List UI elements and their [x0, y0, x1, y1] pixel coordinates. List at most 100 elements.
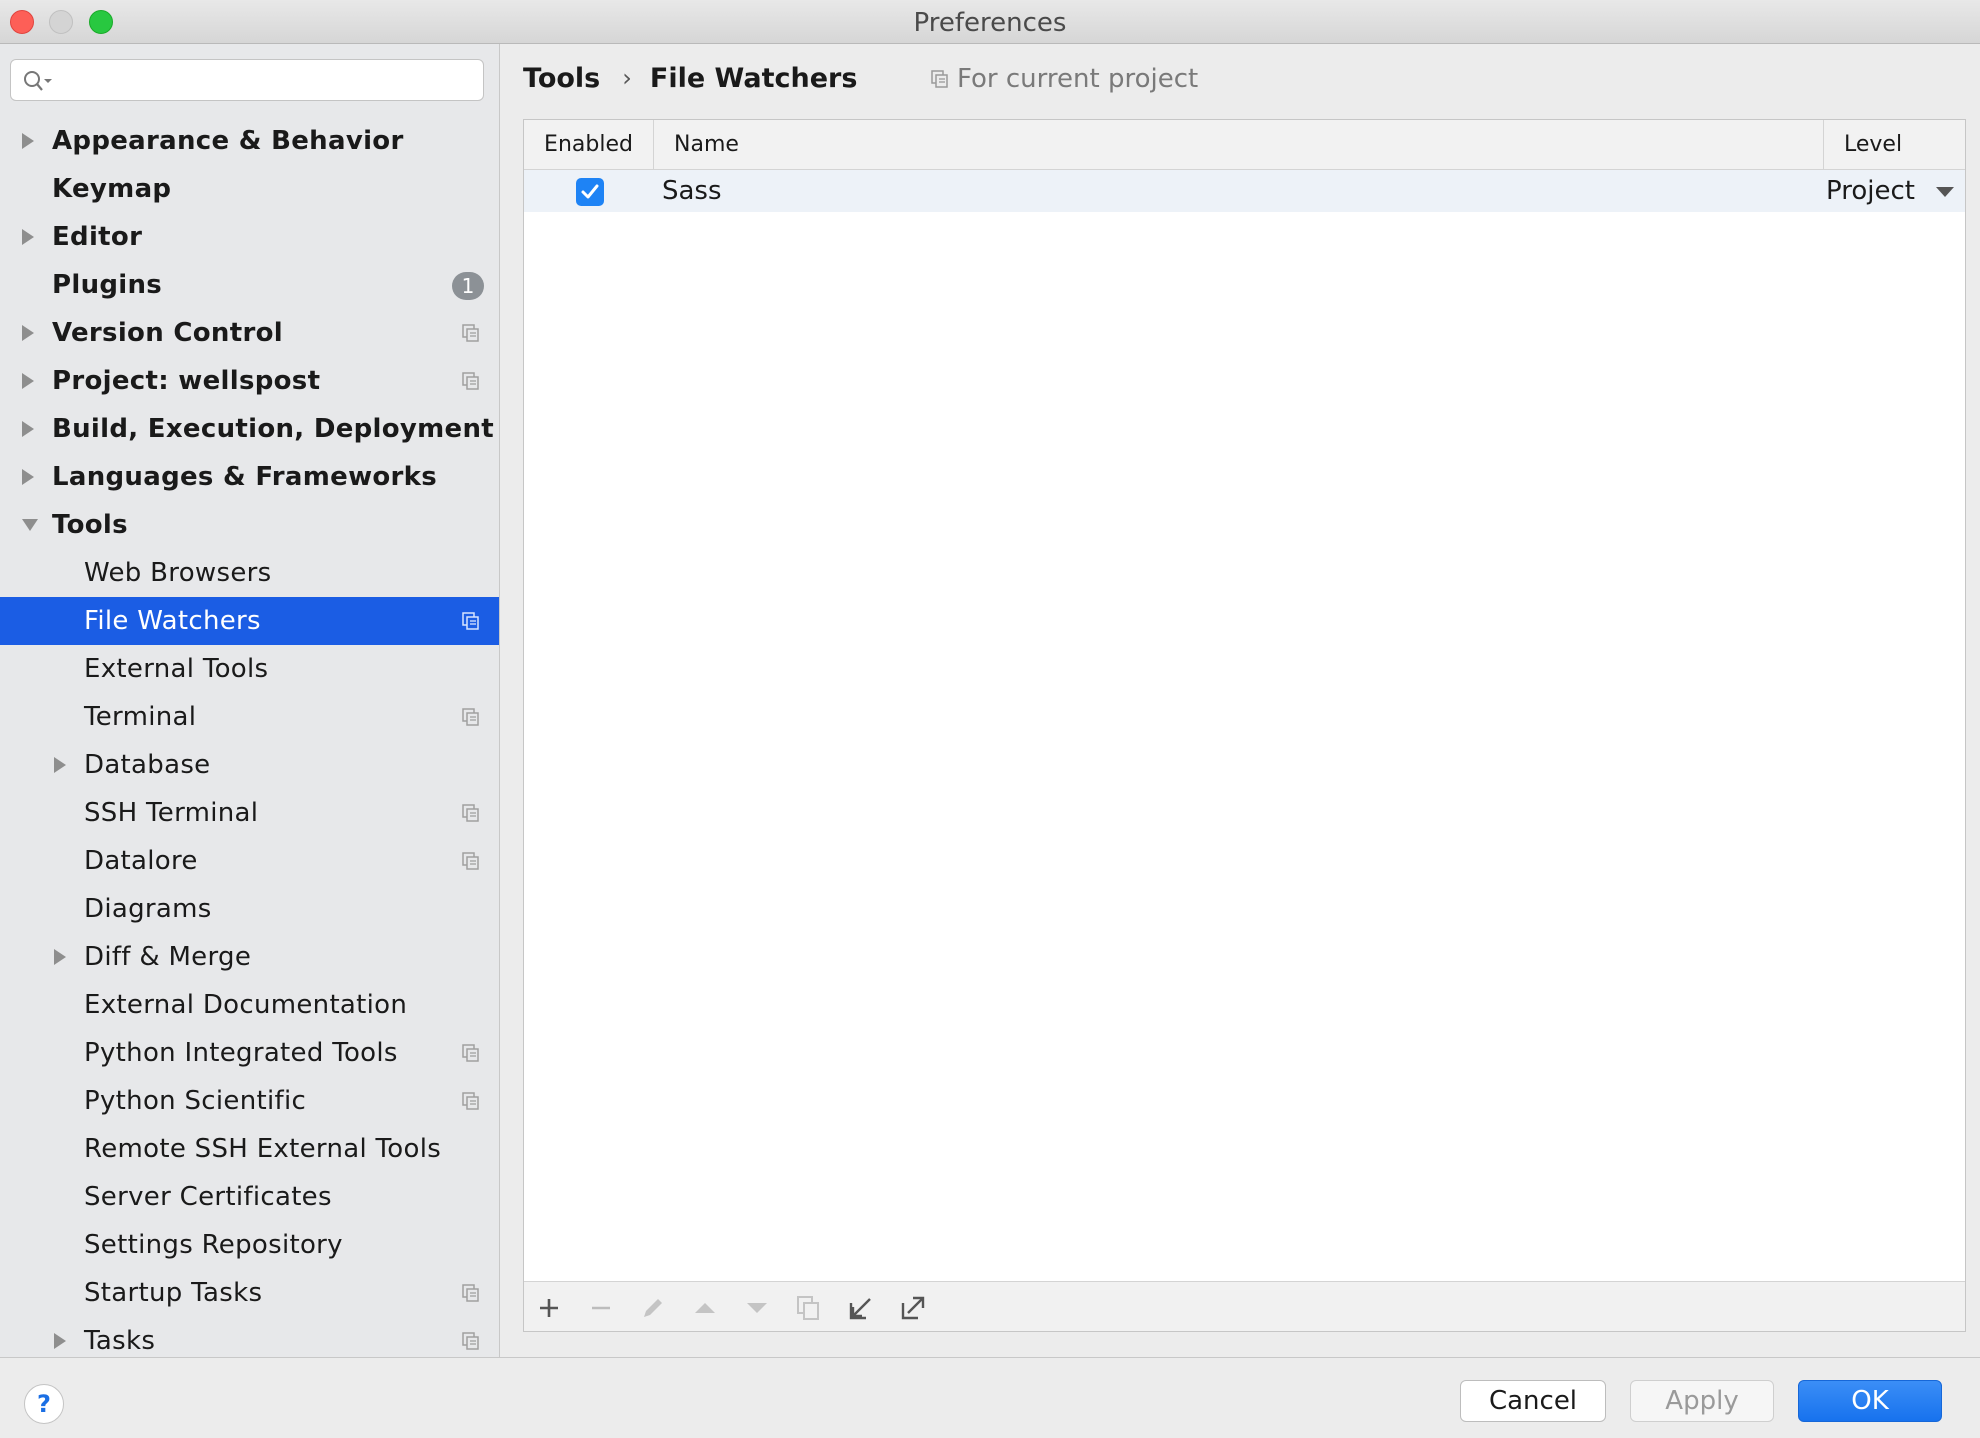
chevron-right-icon[interactable] — [22, 229, 34, 245]
project-scope-icon — [462, 852, 479, 870]
sidebar-item-label: Version Control — [52, 318, 283, 348]
move-up-icon[interactable] — [688, 1291, 722, 1325]
sidebar-item-ssh-terminal[interactable]: SSH Terminal — [0, 789, 499, 837]
table-header: Enabled Name Level — [524, 120, 1965, 170]
chevron-right-icon[interactable] — [22, 325, 34, 341]
settings-sidebar: Appearance & Behavior Keymap Editor Plugins… — [0, 44, 500, 1357]
sidebar-item-settings-repository[interactable]: Settings Repository — [0, 1221, 499, 1269]
sidebar-item-appearance-behavior[interactable]: Appearance & Behavior — [0, 117, 499, 165]
sidebar-item-database[interactable]: Database — [0, 741, 499, 789]
project-scope-icon — [462, 324, 479, 342]
sidebar-item-remote-ssh-external-tools[interactable]: Remote SSH External Tools — [0, 1125, 499, 1173]
chevron-right-icon[interactable] — [54, 949, 66, 965]
sidebar-item-plugins[interactable]: Plugins 1 — [0, 261, 499, 309]
sidebar-item-startup-tasks[interactable]: Startup Tasks — [0, 1269, 499, 1317]
export-icon[interactable] — [896, 1291, 930, 1325]
chevron-down-icon[interactable] — [1936, 187, 1954, 197]
preferences-window: Preferences Appearance & Behavior Keymap E… — [0, 0, 1980, 1438]
sidebar-item-label: Languages & Frameworks — [52, 462, 438, 492]
project-scope-icon — [462, 1044, 479, 1062]
import-icon[interactable] — [844, 1291, 878, 1325]
ok-button[interactable]: OK — [1798, 1380, 1942, 1422]
breadcrumb: Tools › File Watchers — [523, 58, 857, 98]
chevron-down-icon[interactable] — [22, 519, 38, 531]
apply-button[interactable]: Apply — [1630, 1380, 1774, 1422]
sidebar-item-label: Appearance & Behavior — [52, 126, 404, 156]
sidebar-item-project-wellspost[interactable]: Project: wellspost — [0, 357, 499, 405]
chevron-right-icon[interactable] — [22, 373, 34, 389]
table-row[interactable]: Sass Project — [524, 170, 1965, 212]
sidebar-item-editor[interactable]: Editor — [0, 213, 499, 261]
move-down-icon[interactable] — [740, 1291, 774, 1325]
sidebar-item-diagrams[interactable]: Diagrams — [0, 885, 499, 933]
settings-tree: Appearance & Behavior Keymap Editor Plugins… — [0, 117, 499, 1357]
scope-label: For current project — [957, 64, 1199, 94]
chevron-right-icon[interactable] — [22, 469, 34, 485]
sidebar-item-label: Server Certificates — [84, 1182, 332, 1212]
sidebar-item-tools[interactable]: Tools — [0, 501, 499, 549]
sidebar-item-server-certificates[interactable]: Server Certificates — [0, 1173, 499, 1221]
project-scope-icon — [931, 70, 948, 88]
project-scope-icon — [462, 612, 479, 630]
sidebar-item-label: Plugins — [52, 270, 163, 300]
breadcrumb-separator: › — [622, 64, 632, 92]
file-watchers-table: Enabled Name Level Sass Project — [523, 119, 1966, 1332]
main-panel: Tools › File Watchers For current projec… — [501, 44, 1980, 1357]
sidebar-item-label: Remote SSH External Tools — [84, 1134, 442, 1164]
sidebar-item-label: Diff & Merge — [84, 942, 252, 972]
sidebar-item-label: Editor — [52, 222, 143, 252]
help-button[interactable]: ? — [24, 1384, 64, 1424]
project-scope-icon — [462, 1092, 479, 1110]
sidebar-item-tasks[interactable]: Tasks — [0, 1317, 499, 1357]
column-header-enabled[interactable]: Enabled — [524, 120, 654, 170]
chevron-right-icon[interactable] — [22, 421, 34, 437]
column-header-name[interactable]: Name — [654, 120, 1824, 170]
sidebar-item-terminal[interactable]: Terminal — [0, 693, 499, 741]
sidebar-item-version-control[interactable]: Version Control — [0, 309, 499, 357]
add-icon[interactable] — [532, 1291, 566, 1325]
remove-icon[interactable] — [584, 1291, 618, 1325]
window-title: Preferences — [913, 8, 1067, 38]
sidebar-item-label: Tools — [52, 510, 128, 540]
search-icon[interactable] — [23, 70, 53, 92]
watcher-level-select[interactable]: Project — [1826, 176, 1915, 206]
settings-search-input[interactable] — [10, 59, 484, 101]
sidebar-item-label: Settings Repository — [84, 1230, 343, 1260]
copy-icon[interactable] — [792, 1291, 826, 1325]
sidebar-item-keymap[interactable]: Keymap — [0, 165, 499, 213]
sidebar-item-label: File Watchers — [84, 606, 261, 636]
sidebar-item-label: Project: wellspost — [52, 366, 321, 396]
checkmark-icon — [581, 184, 599, 199]
sidebar-item-label: Web Browsers — [84, 558, 272, 588]
sidebar-item-diff-merge[interactable]: Diff & Merge — [0, 933, 499, 981]
dialog-button-bar: ? Cancel Apply OK — [0, 1357, 1980, 1438]
sidebar-item-datalore[interactable]: Datalore — [0, 837, 499, 885]
breadcrumb-parent[interactable]: Tools — [523, 63, 600, 94]
sidebar-item-web-browsers[interactable]: Web Browsers — [0, 549, 499, 597]
sidebar-item-build-execution-deployment[interactable]: Build, Execution, Deployment — [0, 405, 499, 453]
edit-icon[interactable] — [636, 1291, 670, 1325]
project-scope-icon — [462, 804, 479, 822]
sidebar-item-file-watchers[interactable]: File Watchers — [0, 597, 499, 645]
chevron-right-icon[interactable] — [22, 133, 34, 149]
project-scope-icon — [462, 708, 479, 726]
chevron-right-icon[interactable] — [54, 1333, 66, 1349]
sidebar-item-python-integrated-tools[interactable]: Python Integrated Tools — [0, 1029, 499, 1077]
sidebar-item-label: SSH Terminal — [84, 798, 259, 828]
updates-badge: 1 — [452, 272, 484, 300]
sidebar-item-external-tools[interactable]: External Tools — [0, 645, 499, 693]
scope-indicator: For current project — [931, 64, 1198, 94]
enabled-checkbox[interactable] — [576, 178, 604, 206]
watcher-name: Sass — [662, 176, 722, 206]
sidebar-item-label: Datalore — [84, 846, 198, 876]
cancel-button[interactable]: Cancel — [1460, 1380, 1606, 1422]
sidebar-item-label: Diagrams — [84, 894, 212, 924]
sidebar-item-label: External Documentation — [84, 990, 408, 1020]
project-scope-icon — [462, 372, 479, 390]
column-header-level[interactable]: Level — [1824, 120, 1966, 170]
chevron-right-icon[interactable] — [54, 757, 66, 773]
sidebar-item-languages-frameworks[interactable]: Languages & Frameworks — [0, 453, 499, 501]
sidebar-item-python-scientific[interactable]: Python Scientific — [0, 1077, 499, 1125]
project-scope-icon — [462, 1284, 479, 1302]
sidebar-item-external-documentation[interactable]: External Documentation — [0, 981, 499, 1029]
